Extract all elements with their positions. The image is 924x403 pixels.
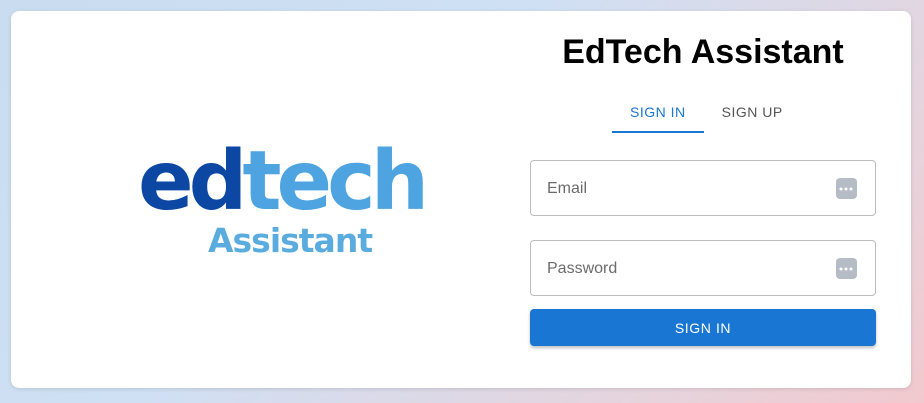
email-input[interactable]	[545, 161, 829, 217]
edtech-logo: edtech Assistant	[138, 141, 438, 271]
auth-tabs: SIGN IN SIGN UP	[612, 96, 801, 133]
password-manager-icon[interactable]	[836, 258, 857, 279]
logo-wordmark: edtech	[138, 141, 429, 223]
page-title: EdTech Assistant	[562, 33, 844, 71]
tab-sign-up[interactable]: SIGN UP	[704, 96, 801, 133]
logo-subtitle: Assistant	[208, 221, 373, 260]
logo-word-ed: ed	[138, 134, 247, 229]
sign-in-button[interactable]: SIGN IN	[530, 309, 876, 346]
email-field[interactable]	[530, 160, 876, 217]
tab-sign-in[interactable]: SIGN IN	[612, 96, 704, 133]
logo-word-tech: tech	[242, 134, 429, 229]
password-input[interactable]	[545, 241, 829, 297]
password-field[interactable]	[530, 240, 876, 297]
password-manager-icon[interactable]	[836, 178, 857, 199]
